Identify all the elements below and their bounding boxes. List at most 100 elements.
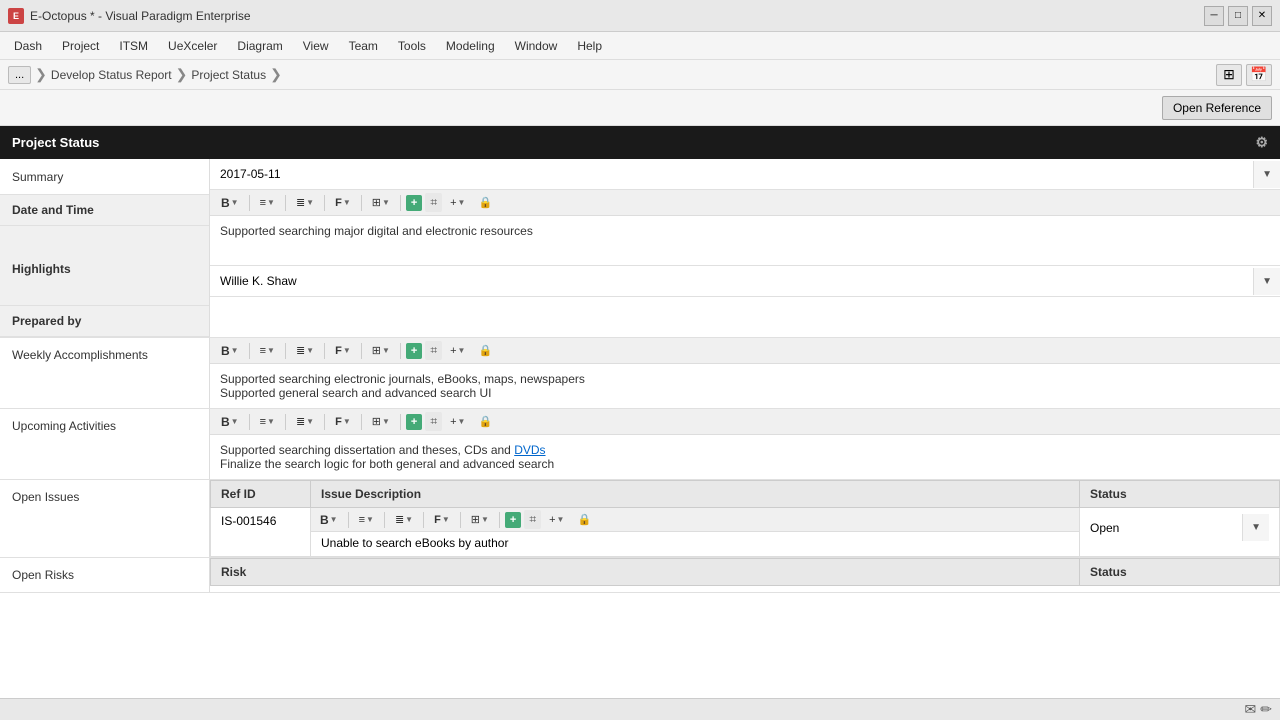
id-bold-button[interactable]: B▼ [315, 511, 343, 529]
menu-diagram[interactable]: Diagram [227, 35, 292, 57]
highlights-label: Highlights [0, 226, 209, 306]
open-risks-section: Open Risks Risk Status [0, 558, 1280, 593]
id-font-button[interactable]: F▼ [429, 512, 455, 528]
menu-modeling[interactable]: Modeling [436, 35, 505, 57]
issue-status-value: Open [1090, 521, 1242, 535]
weekly-accomplishments-label: Weekly Accomplishments [0, 338, 210, 408]
prepared-by-input[interactable] [210, 266, 1253, 296]
wa-insert-green-button[interactable]: + [406, 343, 422, 359]
insert-blue-button[interactable]: ⌗ [425, 193, 442, 212]
wa-insert-blue-button[interactable]: ⌗ [425, 341, 442, 360]
dvds-link[interactable]: DVDs [514, 443, 545, 457]
id-align-button[interactable]: ≡▼ [354, 512, 379, 528]
breadcrumb-item-2[interactable]: Project Status [191, 68, 266, 82]
lock-button[interactable]: 🔒 [473, 194, 497, 211]
ua-insert-blue-button[interactable]: ⌗ [425, 412, 442, 431]
tb-sep-2 [285, 195, 286, 211]
issue-status-cell: Open ▼ [1080, 508, 1280, 557]
ua-lock-button[interactable]: 🔒 [473, 413, 497, 430]
id-add-button[interactable]: +▼ [544, 512, 569, 528]
weekly-line-2: Supported general search and advanced se… [220, 386, 1270, 400]
wa-align-button[interactable]: ≡▼ [255, 343, 280, 359]
insert-green-button[interactable]: + [406, 195, 422, 211]
email-icon[interactable]: ✉ [1245, 701, 1257, 718]
highlights-content: Supported searching major digital and el… [210, 216, 1280, 266]
menu-tools[interactable]: Tools [388, 35, 436, 57]
highlights-toolbar: B▼ ≡▼ ≣▼ F▼ ⊞▼ + ⌗ +▼ 🔒 [210, 190, 1280, 216]
prepared-by-dropdown-arrow[interactable]: ▼ [1253, 268, 1280, 295]
font-button[interactable]: F▼ [330, 195, 356, 211]
page-title: Project Status [12, 135, 99, 150]
minimize-button[interactable]: ─ [1204, 6, 1224, 26]
issue-desc-text: Unable to search eBooks by author [321, 536, 508, 550]
app-icon: E [8, 8, 24, 24]
issues-table: Ref ID Issue Description Status IS-00154… [210, 480, 1280, 557]
open-reference-button[interactable]: Open Reference [1162, 96, 1272, 120]
wa-list-button[interactable]: ≣▼ [291, 342, 319, 359]
issues-table-header: Ref ID Issue Description Status [211, 481, 1280, 508]
breadcrumb-actions: ⊞ 📅 [1216, 64, 1272, 86]
risks-table: Risk Status [210, 558, 1280, 586]
ua-insert-green-button[interactable]: + [406, 414, 422, 430]
issue-desc-toolbar: B▼ ≡▼ ≣▼ F▼ ⊞▼ + ⌗ [311, 508, 1079, 532]
wa-font-button[interactable]: F▼ [330, 343, 356, 359]
edit-icon[interactable]: ✏ [1260, 701, 1272, 718]
id-table-button[interactable]: ⊞▼ [466, 511, 494, 528]
issue-status-dropdown-arrow[interactable]: ▼ [1242, 514, 1269, 541]
menu-help[interactable]: Help [567, 35, 612, 57]
ua-add-button[interactable]: +▼ [445, 414, 470, 430]
menu-uexceler[interactable]: UeXceler [158, 35, 227, 57]
id-insert-blue-button[interactable]: ⌗ [524, 510, 541, 529]
calendar-view-button[interactable]: 📅 [1246, 64, 1272, 86]
table-button[interactable]: ⊞▼ [367, 194, 395, 211]
id-insert-green-button[interactable]: + [505, 512, 521, 528]
menu-team[interactable]: Team [339, 35, 388, 57]
breadcrumb-sep-1: ❯ [35, 66, 47, 83]
ua-sep-5 [400, 414, 401, 430]
wa-sep-5 [400, 343, 401, 359]
tb-sep-4 [361, 195, 362, 211]
ua-list-button[interactable]: ≣▼ [291, 413, 319, 430]
weekly-line-1: Supported searching electronic journals,… [220, 372, 1270, 386]
breadcrumb-more-button[interactable]: ... [8, 66, 31, 84]
ua-bold-button[interactable]: B▼ [216, 413, 244, 431]
date-time-label: Date and Time [0, 195, 209, 226]
date-dropdown-arrow[interactable]: ▼ [1253, 161, 1280, 188]
ua-align-button[interactable]: ≡▼ [255, 414, 280, 430]
wa-table-button[interactable]: ⊞▼ [367, 342, 395, 359]
add-button[interactable]: +▼ [445, 195, 470, 211]
wa-sep-1 [249, 343, 250, 359]
menu-project[interactable]: Project [52, 35, 109, 57]
menu-itsm[interactable]: ITSM [109, 35, 158, 57]
maximize-button[interactable]: □ [1228, 6, 1248, 26]
upcoming-activities-label: Upcoming Activities [0, 409, 210, 479]
ua-font-button[interactable]: F▼ [330, 414, 356, 430]
ua-sep-2 [285, 414, 286, 430]
col-risk: Risk [211, 559, 1080, 586]
highlights-text: Supported searching major digital and el… [220, 224, 533, 238]
risks-table-header: Risk Status [211, 559, 1280, 586]
menu-view[interactable]: View [293, 35, 339, 57]
id-lock-button[interactable]: 🔒 [572, 511, 596, 528]
close-button[interactable]: ✕ [1252, 6, 1272, 26]
list-button[interactable]: ≣▼ [291, 194, 319, 211]
issue-status-row: Open ▼ [1090, 514, 1269, 541]
id-sep-4 [460, 512, 461, 528]
menu-window[interactable]: Window [505, 35, 568, 57]
date-time-input[interactable] [210, 159, 1253, 189]
id-list-button[interactable]: ≣▼ [390, 511, 418, 528]
breadcrumb-item-1[interactable]: Develop Status Report [51, 68, 172, 82]
open-issues-section: Open Issues Ref ID Issue Description Sta… [0, 480, 1280, 558]
grid-view-button[interactable]: ⊞ [1216, 64, 1242, 86]
wa-lock-button[interactable]: 🔒 [473, 342, 497, 359]
settings-icon[interactable]: ⚙ [1255, 134, 1268, 151]
ua-sep-4 [361, 414, 362, 430]
upcoming-activities-section: Upcoming Activities B▼ ≡▼ ≣▼ F▼ ⊞▼ + ⌗ +… [0, 409, 1280, 480]
summary-label-area: Summary Date and Time Highlights Prepare… [0, 159, 210, 337]
menu-dash[interactable]: Dash [4, 35, 52, 57]
wa-add-button[interactable]: +▼ [445, 343, 470, 359]
ua-table-button[interactable]: ⊞▼ [367, 413, 395, 430]
bold-button[interactable]: B▼ [216, 194, 244, 212]
align-left-button[interactable]: ≡▼ [255, 195, 280, 211]
wa-bold-button[interactable]: B▼ [216, 342, 244, 360]
